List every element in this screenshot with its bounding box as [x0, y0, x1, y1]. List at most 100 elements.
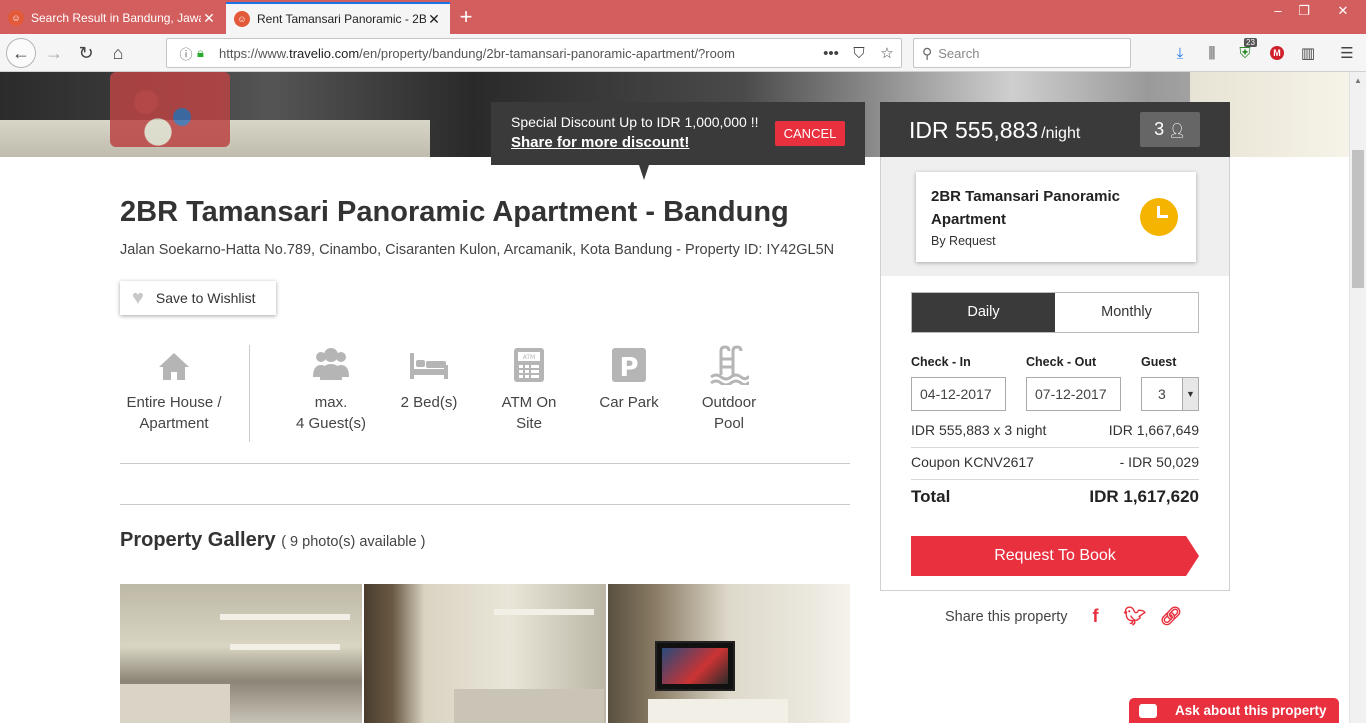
library-icon[interactable]: ⫼ [1200, 42, 1224, 64]
link-icon[interactable]: 🔗︎ [1160, 606, 1183, 627]
nightly-cost-row: IDR 555,883 x 3 night IDR 1,667,649 [911, 422, 1199, 438]
tab-close-icon[interactable]: ✕ [201, 10, 217, 27]
browser-tab-property[interactable]: ☺ Rent Tamansari Panoramic - 2B ✕ [226, 2, 450, 34]
tab-title: Rent Tamansari Panoramic - 2B [257, 12, 426, 26]
checkin-input[interactable]: 04-12-2017 [911, 377, 1006, 411]
scroll-up-icon[interactable]: ▲ [1350, 72, 1366, 89]
gallery-photo[interactable] [120, 584, 362, 723]
browser-tab-search-result[interactable]: ☺ Search Result in Bandung, Jawa ✕ [0, 2, 225, 34]
reload-icon[interactable]: ↻ [72, 40, 100, 66]
property-card: 2BR Tamansari Panoramic Apartment By Req… [916, 172, 1196, 262]
gallery-title: Property Gallery [120, 529, 276, 551]
tab-daily[interactable]: Daily [912, 293, 1055, 332]
wishlist-label: Save to Wishlist [155, 290, 256, 306]
checkout-label: Check - Out [1026, 355, 1097, 369]
card-booking-type: By Request [931, 234, 996, 248]
property-address: Jalan Soekarno-Hatta No.789, Cinambo, Ci… [120, 242, 835, 258]
tv-image [655, 641, 735, 691]
divider [911, 479, 1199, 480]
page-actions-icon[interactable]: ••• [817, 45, 845, 62]
extension-badge: 23 [1244, 38, 1257, 47]
request-to-book-button[interactable]: Request To Book [911, 536, 1199, 576]
checkin-label: Check - In [911, 355, 971, 369]
svg-text:ATM: ATM [523, 354, 535, 361]
tooltip-arrow [639, 165, 649, 180]
ask-about-property-button[interactable]: Ask about this property [1129, 698, 1339, 723]
search-placeholder: Search [938, 45, 980, 61]
nightly-price: IDR 555,883/night [909, 117, 1081, 143]
total-row: Total IDR 1,617,620 [911, 487, 1199, 506]
twitter-icon[interactable]: 🐦︎ [1124, 606, 1147, 627]
shield-extension-icon[interactable]: ⛨ 23 [1233, 38, 1257, 64]
guest-select[interactable]: 3 ▼ [1141, 377, 1199, 411]
home-icon[interactable]: ⌂ [104, 40, 132, 66]
discount-tooltip: Special Discount Up to IDR 1,000,000 !! … [491, 102, 865, 180]
amenity-guests: max. 4 Guest(s) [281, 345, 381, 434]
url-text[interactable]: https://www.travelio.com/en/property/ban… [215, 46, 817, 61]
divider [911, 447, 1199, 448]
parking-icon: P [612, 348, 646, 383]
user-icon: 👤︎ [1168, 122, 1186, 138]
amenity-parking: P Car Park [594, 345, 664, 413]
browser-search-input[interactable]: ⚲ Search [913, 38, 1131, 68]
divider [120, 504, 850, 505]
scroll-thumb[interactable] [1352, 150, 1364, 288]
tab-title: Search Result in Bandung, Jawa [31, 11, 201, 25]
amenity-divider [249, 345, 250, 442]
info-icon[interactable]: ⓘ [175, 44, 197, 63]
coupon-row: Coupon KCNV2617 - IDR 50,029 [911, 454, 1199, 470]
url-bar[interactable]: ⓘ 🔒︎ https://www.travelio.com/en/propert… [166, 38, 902, 68]
pocket-icon[interactable]: ⛉ [845, 45, 873, 62]
house-icon [159, 353, 189, 380]
search-icon: ⚲ [922, 44, 933, 61]
sidebar-toggle-icon[interactable]: ▥ [1296, 42, 1320, 64]
download-icon[interactable]: ⤓ [1168, 42, 1192, 64]
chat-icon [1139, 703, 1157, 718]
card-property-name: 2BR Tamansari Panoramic Apartment [931, 188, 1120, 228]
property-card-area: 2BR Tamansari Panoramic Apartment By Req… [881, 157, 1229, 276]
travelio-favicon-icon: ☺ [234, 11, 250, 27]
guest-count-button[interactable]: 3 👤︎ [1140, 112, 1200, 147]
share-row: Share this property f 🐦︎ 🔗︎ [945, 606, 1183, 627]
menu-icon[interactable]: ☰ [1335, 42, 1359, 64]
bookmark-star-icon[interactable]: ☆ [873, 44, 901, 62]
amenity-pool: Outdoor Pool [694, 345, 764, 434]
amenity-atm: ATM ATM On Site [494, 345, 564, 434]
amenity-beds: 2 Bed(s) [394, 345, 464, 413]
save-to-wishlist-button[interactable]: ♥ Save to Wishlist [120, 281, 276, 315]
divider [120, 463, 850, 464]
hero-cushion [110, 72, 230, 147]
mail-extension-icon[interactable]: M [1265, 42, 1289, 64]
booking-panel: 2BR Tamansari Panoramic Apartment By Req… [880, 157, 1230, 591]
share-discount-link[interactable]: Share for more discount! [511, 134, 689, 151]
window-close-icon[interactable]: ✕ [1320, 0, 1366, 22]
travelio-favicon-icon: ☺ [8, 10, 24, 26]
gallery-photo[interactable] [364, 584, 606, 723]
atm-icon: ATM [514, 348, 544, 382]
new-tab-icon[interactable]: + [452, 4, 480, 32]
svg-text:P: P [619, 353, 638, 383]
tab-monthly[interactable]: Monthly [1055, 293, 1198, 332]
heart-icon: ♥ [132, 286, 144, 309]
share-label: Share this property [945, 608, 1068, 625]
bed-icon [410, 353, 448, 379]
clock-icon [1140, 198, 1178, 236]
cancel-button[interactable]: CANCEL [775, 121, 845, 146]
restore-icon[interactable]: ❐ [1288, 0, 1320, 22]
amenities-row: Entire House / Apartment max. 4 Guest(s)… [120, 345, 850, 445]
gallery-count: ( 9 photo(s) available ) [281, 534, 426, 550]
lock-icon[interactable]: 🔒︎ [197, 45, 215, 61]
page-scrollbar[interactable]: ▲ [1349, 72, 1366, 723]
chevron-down-icon: ▼ [1182, 378, 1198, 410]
forward-arrow-icon[interactable]: → [40, 40, 68, 66]
browser-nav-bar: ← → ↻ ⌂ ⓘ 🔒︎ https://www.travelio.com/en… [0, 34, 1366, 72]
price-header: IDR 555,883/night 3 👤︎ [880, 102, 1230, 157]
facebook-icon[interactable]: f [1088, 606, 1104, 627]
checkout-input[interactable]: 07-12-2017 [1026, 377, 1121, 411]
pool-icon [710, 345, 749, 385]
back-arrow-icon[interactable]: ← [6, 38, 36, 68]
tab-close-icon[interactable]: ✕ [426, 11, 442, 28]
guest-label: Guest [1141, 355, 1177, 369]
guests-icon [313, 348, 349, 380]
gallery-photo[interactable] [608, 584, 850, 723]
